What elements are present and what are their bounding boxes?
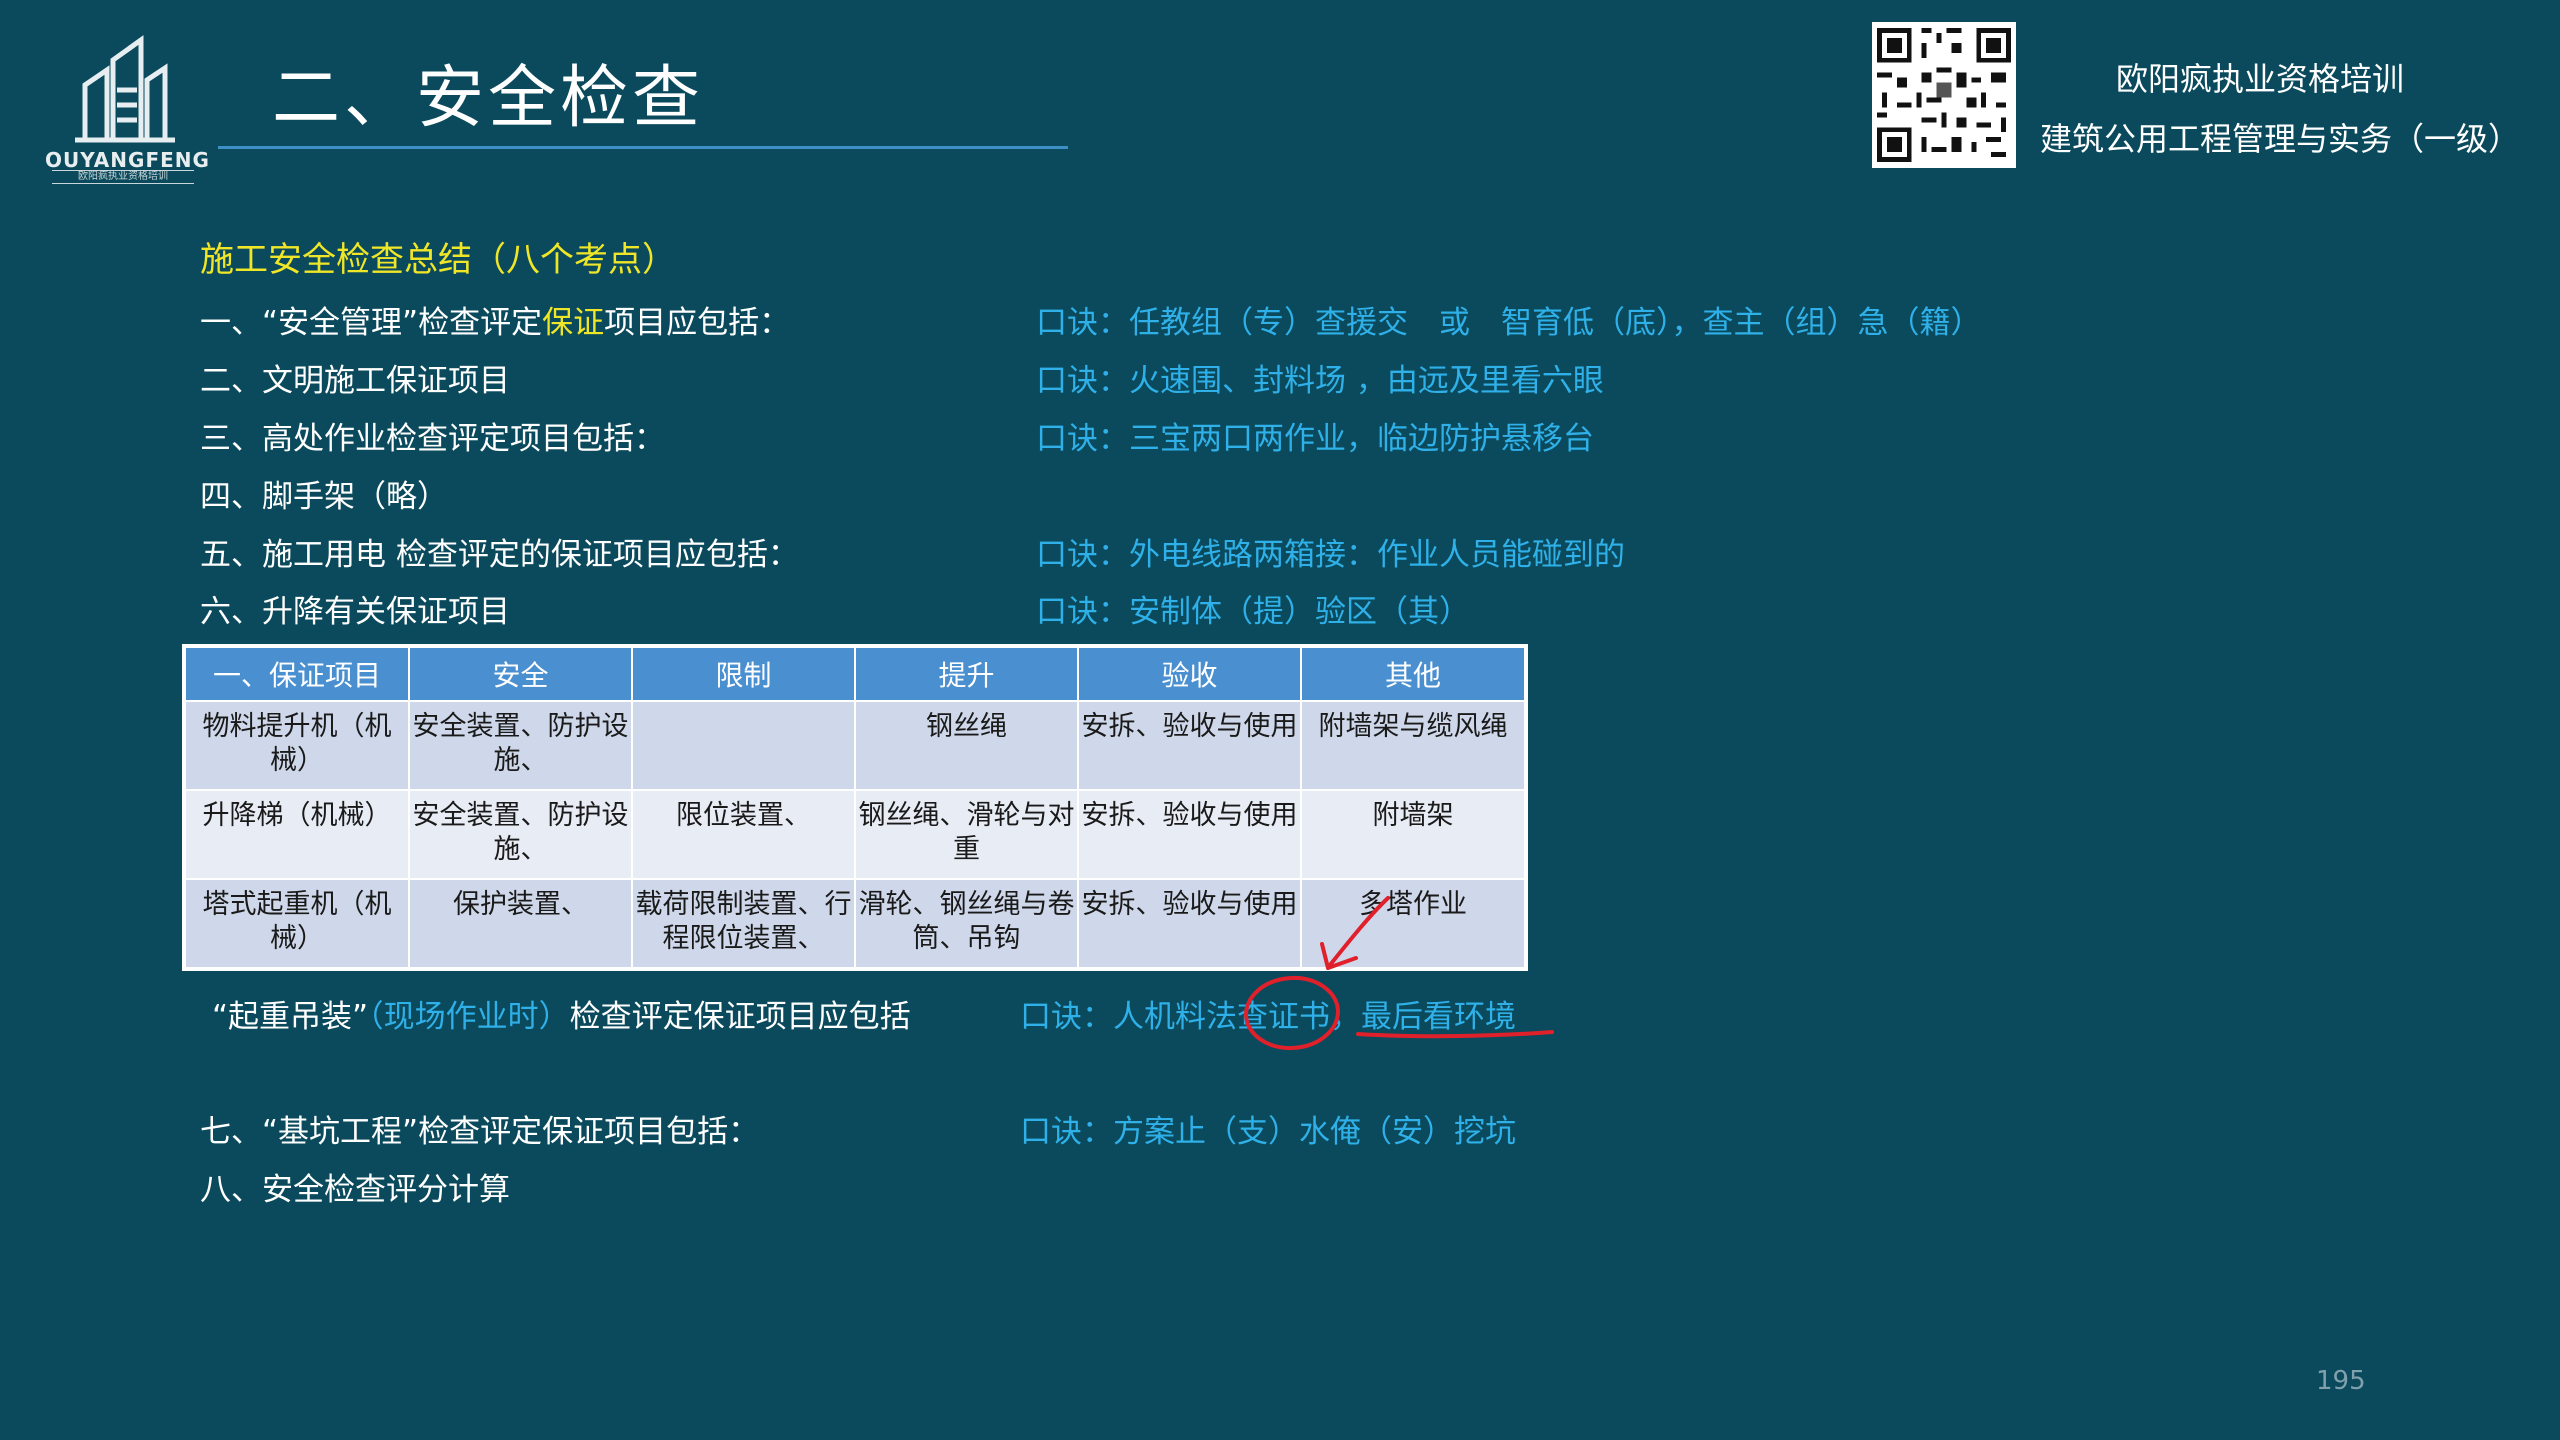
guarantee-items-table: 一、保证项目 安全 限制 提升 验收 其他 物料提升机（机械） 安全装置、防护设… xyxy=(182,644,1528,971)
table-cell: 多塔作业 xyxy=(1300,878,1526,969)
table-cell: 钢丝绳 xyxy=(854,700,1079,791)
item-8: 八、安全检查评分计算 xyxy=(200,1172,510,1208)
table-cell: 限位装置、 xyxy=(631,789,856,880)
item-7-mnemonic: 口诀：方案止（支）水俺（安）挖坑 xyxy=(1020,1114,1516,1150)
table-header: 限制 xyxy=(631,646,856,702)
item-5-mnemonic: 口诀：外电线路两箱接：作业人员能碰到的 xyxy=(1036,537,1625,573)
table-header: 提升 xyxy=(854,646,1079,702)
table-cell: 安拆、验收与使用 xyxy=(1077,700,1302,791)
table-cell: 滑轮、钢丝绳与卷筒、吊钩 xyxy=(854,878,1079,969)
table-row: 升降梯（机械） 安全装置、防护设施、 限位装置、 钢丝绳、滑轮与对重 安拆、验收… xyxy=(184,789,1526,880)
table-cell: 安拆、验收与使用 xyxy=(1077,878,1302,969)
item-2-mnemonic: 口诀：火速围、封料场 ，由远及里看六眼 xyxy=(1036,363,1604,399)
item-5: 五、施工用电 检查评定的保证项目应包括： xyxy=(200,537,799,573)
table-header-row: 一、保证项目 安全 限制 提升 验收 其他 xyxy=(184,646,1526,702)
table-row: 物料提升机（机械） 安全装置、防护设施、 钢丝绳 安拆、验收与使用 附墙架与缆风… xyxy=(184,700,1526,791)
table-cell: 物料提升机（机械） xyxy=(184,700,410,791)
course-name: 建筑公用工程管理与实务（一级） xyxy=(2040,120,2521,158)
page-number: 195 xyxy=(2316,1366,2366,1396)
table-cell: 安全装置、防护设施、 xyxy=(408,700,633,791)
crane-item-text: “起重吊装” xyxy=(212,999,369,1035)
page-title: 二、安全检查 xyxy=(272,59,705,138)
item-1-text: 一、“安全管理”检查评定 xyxy=(200,305,543,341)
item-1-mnemonic: 口诀：任教组（专）查援交 或 智育低（底），查主（组）急（籍） xyxy=(1036,305,1982,341)
table-cell: 安全装置、防护设施、 xyxy=(408,789,633,880)
table-header: 验收 xyxy=(1077,646,1302,702)
item-3-mnemonic: 口诀：三宝两口两作业，临边防护悬移台 xyxy=(1036,421,1594,457)
crane-mnemonic: 口诀：人机料法查证书，最后看环境 xyxy=(1020,999,1516,1035)
table-cell: 载荷限制装置、行程限位装置、 xyxy=(631,878,856,969)
item-1-highlight: 保证 xyxy=(542,305,605,341)
item-3: 三、高处作业检查评定项目包括： xyxy=(200,421,665,457)
table-header: 一、保证项目 xyxy=(184,646,410,702)
logo-wordmark: OUYANGFENG xyxy=(45,148,210,172)
item-1: 一、“安全管理”检查评定保证项目应包括： xyxy=(200,297,790,342)
table-row: 塔式起重机（机械） 保护装置、 载荷限制装置、行程限位装置、 滑轮、钢丝绳与卷筒… xyxy=(184,878,1526,969)
table-header: 其他 xyxy=(1300,646,1526,702)
crane-item-text-end: 检查评定保证项目应包括 xyxy=(569,999,911,1035)
brand-name: 欧阳疯执业资格培训 xyxy=(2115,60,2404,98)
table-header: 安全 xyxy=(408,646,633,702)
item-6: 六、升降有关保证项目 xyxy=(200,594,510,630)
title-underline xyxy=(218,146,1068,149)
table-cell: 钢丝绳、滑轮与对重 xyxy=(854,789,1079,880)
item-6-mnemonic: 口诀：安制体（提）验区（其） xyxy=(1036,594,1470,630)
table-cell xyxy=(631,700,856,791)
item-2: 二、文明施工保证项目 xyxy=(200,363,510,399)
logo-subtitle: 欧阳疯执业资格培训 xyxy=(52,170,194,184)
qr-code-icon xyxy=(1872,22,2016,168)
item-7: 七、“基坑工程”检查评定保证项目包括： xyxy=(200,1114,760,1150)
table-cell: 附墙架 xyxy=(1300,789,1526,880)
table-cell: 附墙架与缆风绳 xyxy=(1300,700,1526,791)
crane-item-note: （现场作业时） xyxy=(368,999,570,1035)
crane-item: “起重吊装”（现场作业时）检查评定保证项目应包括 xyxy=(212,991,911,1036)
section-heading: 施工安全检查总结（八个考点） xyxy=(200,240,676,280)
table-cell: 升降梯（机械） xyxy=(184,789,410,880)
table-cell: 塔式起重机（机械） xyxy=(184,878,410,969)
table-cell: 安拆、验收与使用 xyxy=(1077,789,1302,880)
item-4: 四、脚手架（略） xyxy=(200,479,448,515)
item-1-text-end: 项目应包括： xyxy=(604,305,791,341)
table-cell: 保护装置、 xyxy=(408,878,633,969)
building-logo-icon xyxy=(75,35,175,143)
